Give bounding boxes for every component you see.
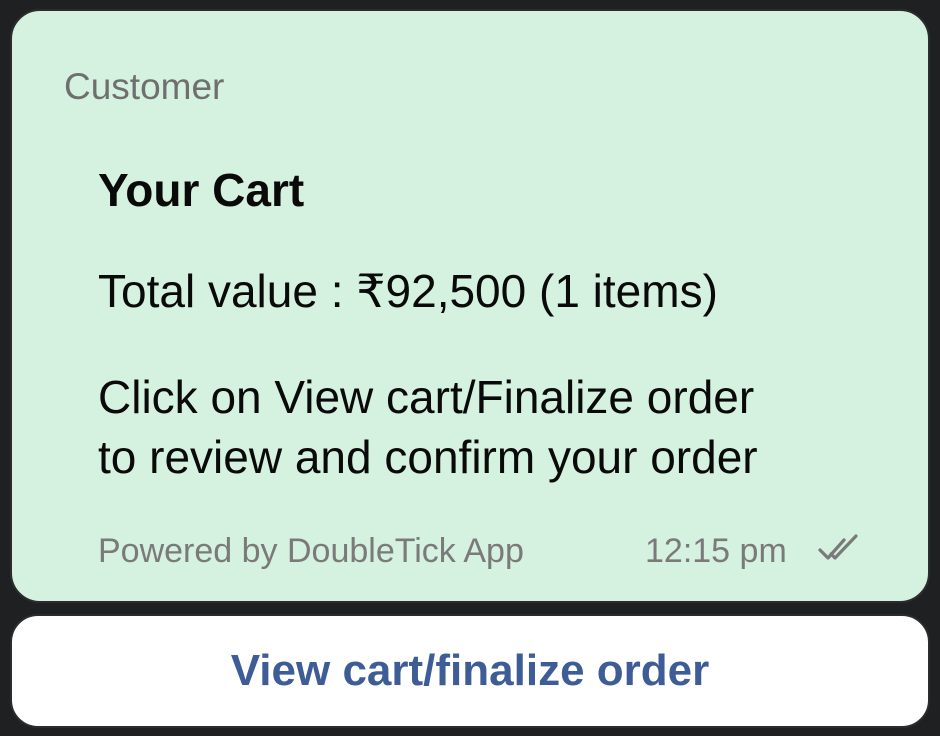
sender-name: Customer [64,66,225,107]
message-bubble: Customer Your Cart Total value : ₹92,500… [10,9,930,603]
instruction-line-1: Click on View cart/Finalize order [98,371,755,423]
view-cart-button-label: View cart/finalize order [230,646,710,695]
powered-by-text: Powered by DoubleTick App [98,532,524,570]
message-timestamp: 12:15 pm [645,532,787,570]
cart-instruction: Click on View cart/Finalize order to rev… [98,367,878,487]
instruction-line-2: to review and confirm your order [98,431,758,483]
cart-total: Total value : ₹92,500 (1 items) [98,265,718,317]
double-check-icon [818,534,858,560]
cart-title: Your Cart [98,164,305,216]
view-cart-button[interactable]: View cart/finalize order [10,614,930,728]
